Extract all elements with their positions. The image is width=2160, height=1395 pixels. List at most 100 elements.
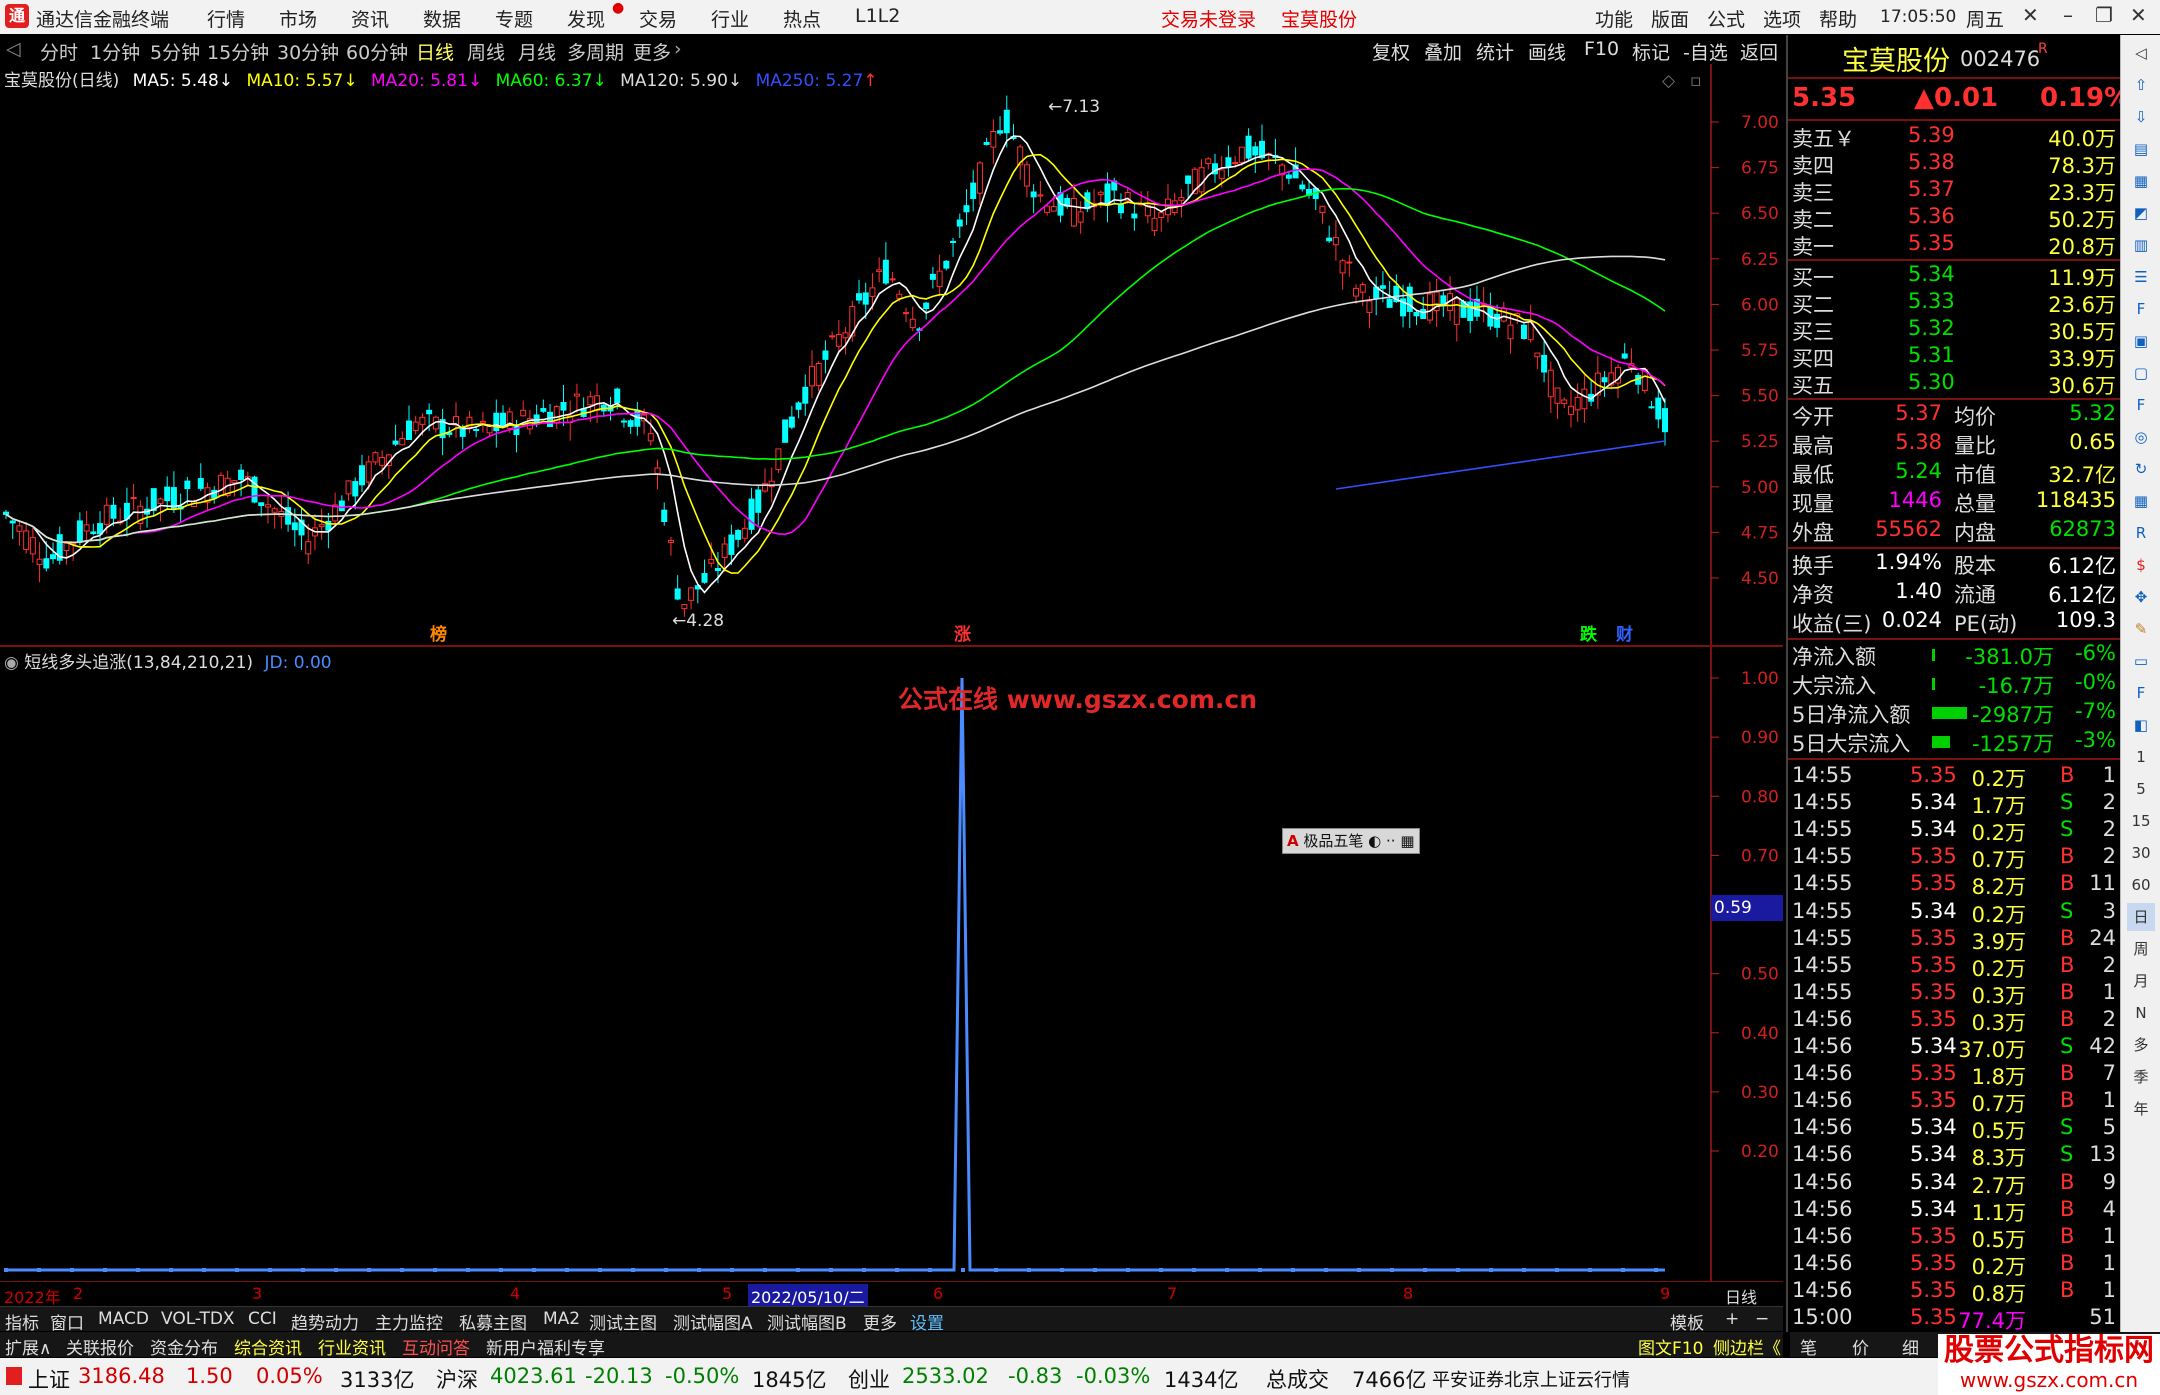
server-name[interactable]: 平安证券北京上证云行情 [1432,1366,1630,1392]
tab-zonghezixun[interactable]: 综合资讯 [234,1334,302,1359]
down-arrow-icon[interactable]: ⇩ [2127,103,2155,131]
tab-tuwen-f10[interactable]: 图文F10 [1638,1334,1703,1359]
tab-ma2[interactable]: MA2 [543,1309,580,1329]
sidebar-period-month[interactable]: 月 [2127,967,2155,995]
fs-icon[interactable]: F [2127,679,2155,707]
tab-chuangkou[interactable]: 窗口 [50,1309,84,1334]
tab-hangyezixun[interactable]: 行业资讯 [318,1334,386,1359]
grid2-icon[interactable]: ▦ [2127,487,2155,515]
rtab-xi[interactable]: 细 [1902,1334,1919,1359]
menu-xuanxiang[interactable]: 选项 [1763,5,1801,32]
menu-zhuanti[interactable]: 专题 [495,5,533,32]
tab-zhibiao[interactable]: 指标 [5,1309,39,1334]
refresh-icon[interactable]: ↻ [2127,455,2155,483]
kline-icon[interactable]: ▥ [2127,231,2155,259]
period-daily[interactable]: 日线 [416,38,454,65]
doc-icon[interactable]: ▢ [2127,359,2155,387]
sidebar-period-week[interactable]: 周 [2127,935,2155,963]
btn-huaxian[interactable]: 画线 [1528,38,1566,65]
idx-cy-name[interactable]: 创业 [848,1364,890,1394]
period-weekly[interactable]: 周线 [467,38,505,65]
tab-minus[interactable]: − [1755,1309,1769,1329]
rtab-bi[interactable]: 笔 [1800,1334,1817,1359]
tab-plus[interactable]: + [1725,1309,1739,1329]
menu-hangqing[interactable]: 行情 [207,5,245,32]
sidebar-period-n[interactable]: N [2127,999,2155,1027]
login-status[interactable]: 交易未登录 [1161,5,1256,32]
circle-icon[interactable]: ◎ [2127,423,2155,451]
up-arrow-icon[interactable]: ⇧ [2127,71,2155,99]
menu-shuju[interactable]: 数据 [423,5,461,32]
period-15min[interactable]: 15分钟 [207,38,269,65]
menu-banmian[interactable]: 版面 [1651,5,1689,32]
btn-f10[interactable]: F10 [1584,38,1619,60]
menu-gongshi[interactable]: 公式 [1707,5,1745,32]
idx-sh-name[interactable]: 上证 [28,1364,70,1394]
sidebar-period-60[interactable]: 60 [2127,871,2155,899]
period-60min[interactable]: 60分钟 [346,38,408,65]
menu-shichang[interactable]: 市场 [279,5,317,32]
close-menu-icon[interactable]: ✕ [2022,3,2039,27]
grid-icon[interactable]: ▦ [2127,167,2155,195]
menu-hangye[interactable]: 行业 [711,5,749,32]
menu-zixun[interactable]: 资讯 [351,5,389,32]
sidebar-period-day[interactable]: 日 [2127,903,2155,931]
menu-faxian[interactable]: 发现 [567,5,605,32]
tab-ceshifutua[interactable]: 测试幅图A [673,1309,753,1334]
sidebar-period-15[interactable]: 15 [2127,807,2155,835]
sidebar-period-5[interactable]: 5 [2127,775,2155,803]
sidebar-period-year[interactable]: 年 [2127,1095,2155,1123]
more-chevron-icon[interactable]: › [674,38,682,60]
f2-icon[interactable]: F [2127,391,2155,419]
btn-zixuan[interactable]: -自选 [1683,38,1728,65]
table-icon[interactable]: ▣ [2127,327,2155,355]
chart2-icon[interactable]: ◧ [2127,711,2155,739]
tab-xinyonghu[interactable]: 新用户福利专享 [486,1334,605,1359]
expand-icon[interactable]: ◁ [2127,39,2155,67]
tab-zhulijiankong[interactable]: 主力监控 [375,1309,443,1334]
tab-cci[interactable]: CCI [248,1309,277,1329]
tab-guanlianbaojia[interactable]: 关联报价 [66,1334,134,1359]
rtab-jia[interactable]: 价 [1852,1334,1869,1359]
chart-area[interactable]: 7.00 6.75 6.50 6.25 6.00 5.75 5.50 5.25 5.00 4.75… [0,64,1783,1282]
tab-zijinfenbu[interactable]: 资金分布 [150,1334,218,1359]
tab-hudongwenda[interactable]: 互动问答 [402,1334,470,1359]
line-chart-icon[interactable]: ◩ [2127,199,2155,227]
idx-hs-name[interactable]: 沪深 [436,1364,478,1394]
sidebar-period-multi[interactable]: 多 [2127,1031,2155,1059]
list-icon[interactable]: ☰ [2127,263,2155,291]
indicator-menu-icon[interactable]: ◉ [4,653,19,673]
tab-moban[interactable]: 模板 [1670,1309,1704,1334]
tab-simuzhutu[interactable]: 私募主图 [459,1309,527,1334]
tab-kuozhan[interactable]: 扩展∧ [5,1334,51,1359]
tab-shezhi[interactable]: 设置 [910,1309,944,1334]
rsi-icon[interactable]: R [2127,519,2155,547]
menu-redian[interactable]: 热点 [783,5,821,32]
close-icon[interactable]: ✕ [2130,3,2147,27]
menu-gongneng[interactable]: 功能 [1595,5,1633,32]
period-5min[interactable]: 5分钟 [150,38,200,65]
period-fenshi[interactable]: 分时 [40,38,78,65]
ime-toolbar[interactable]: A 极品五笔 ◐ ·· ▦ [1282,828,1420,854]
btn-diejia[interactable]: 叠加 [1424,38,1462,65]
period-monthly[interactable]: 月线 [518,38,556,65]
quote-list-icon[interactable]: ▤ [2127,135,2155,163]
indicator-name[interactable]: 短线多头追涨(13,84,210,21) [24,653,253,673]
period-1min[interactable]: 1分钟 [90,38,140,65]
pen-icon[interactable]: ✎ [2127,615,2155,643]
f10-icon[interactable]: F [2127,295,2155,323]
period-30min[interactable]: 30分钟 [277,38,339,65]
restore-icon[interactable]: ❐ [2095,3,2113,27]
sidebar-period-season[interactable]: 季 [2127,1063,2155,1091]
btn-tongji[interactable]: 统计 [1476,38,1514,65]
tab-ceshizhutu[interactable]: 测试主图 [589,1309,657,1334]
menu-l1l2[interactable]: L1L2 [855,5,900,27]
tab-cebianlan[interactable]: 侧边栏《 [1713,1334,1781,1359]
tab-qushidongli[interactable]: 趋势动力 [291,1309,359,1334]
box-icon[interactable]: ▭ [2127,647,2155,675]
sidebar-period-1[interactable]: 1 [2127,743,2155,771]
collapse-icon[interactable]: ◁ [6,38,21,60]
btn-biaoji[interactable]: 标记 [1632,38,1670,65]
money-icon[interactable]: $ [2127,551,2155,579]
btn-fanhui[interactable]: 返回 [1740,38,1778,65]
